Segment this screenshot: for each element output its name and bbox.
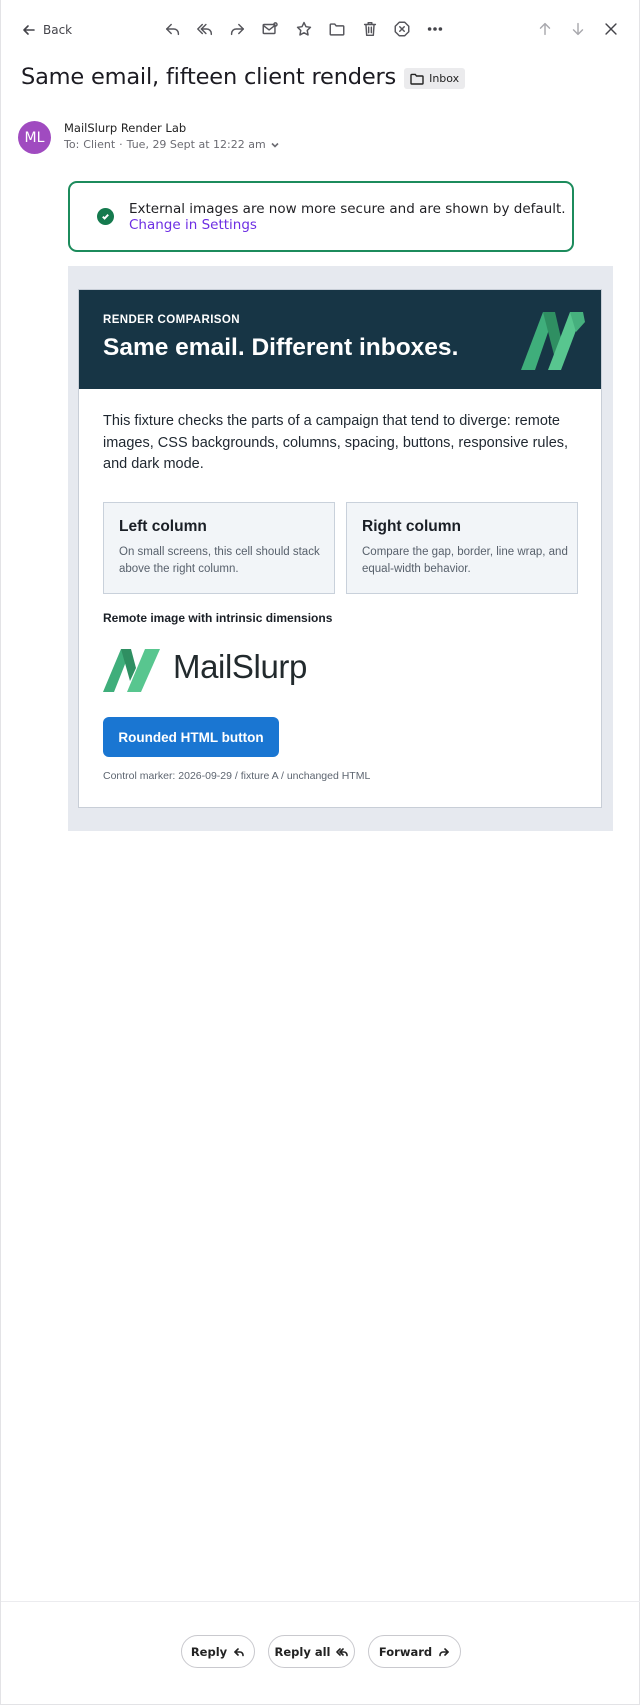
right-column-text: Compare the gap, border, line wrap, and … [362, 546, 568, 575]
close-button[interactable] [600, 18, 622, 40]
control-marker-text: Control marker: 2026-09-29 / fixture A /… [103, 770, 371, 782]
email-content-card: RENDER COMPARISON Same email. Different … [78, 289, 602, 808]
external-images-notice: External images are now more secure and … [68, 181, 574, 252]
email-hero-header: RENDER COMPARISON Same email. Different … [79, 290, 601, 389]
message-toolbar: Back [1, 0, 640, 60]
subject-row: Same email, fifteen client renders Inbox [21, 64, 466, 90]
forward-button[interactable] [226, 18, 248, 40]
footer-reply-all-button[interactable]: Reply all [268, 1635, 355, 1668]
star-icon [296, 21, 312, 36]
check-circle-icon [97, 208, 114, 225]
spam-button[interactable] [391, 18, 413, 40]
date-separator: · [119, 138, 123, 151]
mailslurp-logo-mark-icon [521, 312, 585, 370]
more-icon [427, 27, 443, 31]
spam-icon [394, 21, 410, 37]
footer-reply-all-label: Reply all [274, 1644, 331, 1659]
back-button[interactable]: Back [21, 18, 72, 42]
trash-button[interactable] [359, 18, 381, 40]
right-column-title: Right column [362, 518, 462, 535]
reply-button[interactable] [162, 18, 184, 40]
back-label: Back [43, 23, 73, 37]
reply-icon [165, 23, 180, 36]
reply-icon [234, 1647, 244, 1656]
right-column-card: Right column Compare the gap, border, li… [346, 502, 578, 594]
left-column-title: Left column [119, 518, 207, 535]
notice-text: External images are now more secure and … [129, 201, 566, 217]
recipient-details-toggle[interactable]: To: Client · Tue, 29 Sept at 12:22 am [64, 138, 280, 151]
footer-reply-label: Reply [190, 1644, 228, 1659]
trash-icon [363, 21, 377, 37]
reply-all-icon [197, 23, 213, 36]
arrow-down-icon [572, 22, 584, 36]
star-button[interactable] [293, 18, 315, 40]
email-eyebrow: RENDER COMPARISON [103, 314, 240, 326]
move-to-folder-icon [329, 23, 345, 36]
folder-label-chip[interactable]: Inbox [404, 68, 466, 89]
more-button[interactable] [424, 18, 446, 40]
footer-reply-button[interactable]: Reply [181, 1635, 255, 1668]
next-message-button[interactable] [567, 18, 589, 40]
move-to-folder-button[interactable] [326, 18, 348, 40]
left-column-card: Left column On small screens, this cell … [103, 502, 335, 594]
sender-avatar[interactable]: ML [18, 121, 51, 154]
arrow-up-icon [539, 22, 551, 36]
reply-all-button[interactable] [194, 18, 216, 40]
mailslurp-wordmark: MailSlurp [173, 648, 307, 685]
forward-icon [439, 1647, 449, 1656]
recipient-name: Client [83, 138, 116, 151]
mail-viewer: Back Same email, fifteen client renders … [0, 0, 640, 1705]
forward-icon [230, 23, 245, 36]
previous-message-button[interactable] [534, 18, 556, 40]
change-in-settings-link[interactable]: Change in Settings [129, 217, 257, 233]
arrow-left-icon [23, 25, 35, 35]
footer-forward-button[interactable]: Forward [368, 1635, 461, 1668]
folder-label: Inbox [429, 72, 460, 85]
email-intro-paragraph: This fixture checks the parts of a campa… [103, 413, 569, 472]
to-prefix: To: [64, 138, 80, 151]
mark-unread-icon [262, 22, 278, 35]
chevron-down-icon [271, 142, 279, 148]
folder-icon [410, 73, 424, 85]
email-headline: Same email. Different inboxes. [103, 334, 459, 361]
mark-unread-button[interactable] [259, 18, 281, 40]
left-column-text: On small screens, this cell should stack… [119, 546, 320, 575]
remote-image-caption: Remote image with intrinsic dimensions [103, 611, 333, 625]
reply-all-icon [336, 1647, 349, 1656]
message-date: Tue, 29 Sept at 12:22 am [126, 138, 266, 151]
close-icon [605, 23, 617, 35]
rounded-html-button[interactable]: Rounded HTML button [103, 717, 279, 757]
footer-forward-label: Forward [378, 1644, 433, 1659]
message-subject: Same email, fifteen client renders [21, 64, 397, 90]
sender-name[interactable]: MailSlurp Render Lab [64, 121, 186, 135]
footer-divider [1, 1601, 640, 1602]
